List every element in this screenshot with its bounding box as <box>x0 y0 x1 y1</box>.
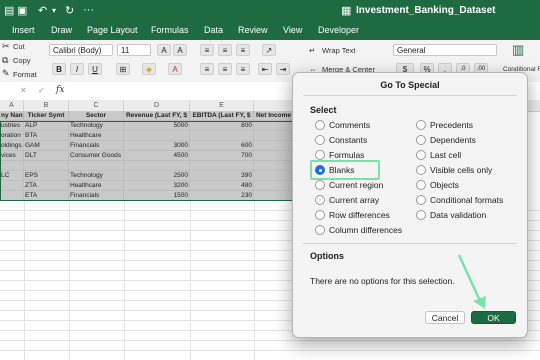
tab-data[interactable]: Data <box>204 25 223 35</box>
cancel-button[interactable]: Cancel <box>425 311 465 324</box>
fill-color-icon[interactable]: ◈ <box>142 63 156 75</box>
gridline <box>69 201 70 360</box>
tab-developer[interactable]: Developer <box>318 25 359 35</box>
radio-icon[interactable] <box>416 135 426 145</box>
header-cell[interactable]: Revenue (Last FY, $ <box>124 111 190 121</box>
gridline <box>254 201 255 360</box>
radio-icon[interactable] <box>315 210 325 220</box>
column-header-f[interactable] <box>254 100 294 111</box>
cut-button[interactable]: Cut <box>13 42 25 51</box>
window-title: Investment_Banking_Dataset <box>356 5 496 16</box>
format-painter-button[interactable]: Format <box>13 70 37 79</box>
radio-icon[interactable] <box>416 150 426 160</box>
ok-button[interactable]: OK <box>471 311 516 324</box>
italic-button[interactable]: I <box>70 63 84 75</box>
font-name-select[interactable]: Calibri (Body) <box>49 44 113 56</box>
divider <box>303 95 517 96</box>
tab-insert[interactable]: Insert <box>12 25 35 35</box>
tab-review[interactable]: Review <box>238 25 268 35</box>
tab-page-layout[interactable]: Page Layout <box>87 25 138 35</box>
header-cell[interactable]: EBITDA (Last FY, $ <box>190 111 254 121</box>
cut-icon[interactable]: ✂ <box>2 41 10 52</box>
format-painter-icon[interactable]: ✎ <box>2 68 10 79</box>
align-top-icon[interactable]: ≡ <box>200 44 214 56</box>
divider <box>303 243 517 244</box>
borders-icon[interactable]: ⊞ <box>116 63 130 75</box>
arrow-annotation-icon <box>457 254 486 309</box>
cancel-entry-icon[interactable]: ✕ <box>20 86 27 95</box>
selection-outline <box>0 121 294 201</box>
decrease-font-icon[interactable]: A <box>173 44 187 56</box>
undo-dropdown-icon[interactable]: ▾ <box>52 6 56 15</box>
align-center-icon[interactable]: ≡ <box>218 63 232 75</box>
redo-icon[interactable]: ↻ <box>65 4 74 17</box>
column-header-b[interactable]: B <box>24 100 69 111</box>
font-color-icon[interactable]: A <box>168 63 182 75</box>
insert-function-icon[interactable]: fx <box>56 85 64 95</box>
column-header-d[interactable]: D <box>124 100 190 111</box>
options-label: Options <box>310 251 344 261</box>
font-size-select[interactable]: 11 <box>117 44 151 56</box>
ribbon-toggle-icon[interactable]: ▤ <box>4 4 14 17</box>
underline-button[interactable]: U <box>88 63 102 75</box>
title-bar: ▤ ▣ ↶ ▾ ↻ ··· ▦ Investment_Banking_Datas… <box>0 0 540 22</box>
radio-icon[interactable] <box>315 195 325 205</box>
empty-row <box>0 341 540 351</box>
wrap-text-button[interactable]: Wrap Text <box>322 46 356 55</box>
decrease-indent-icon[interactable]: ⇤ <box>258 63 272 75</box>
orientation-icon[interactable]: ↗ <box>262 44 276 56</box>
radio-icon[interactable] <box>315 135 325 145</box>
header-cell[interactable]: Sector <box>69 111 124 121</box>
select-label: Select <box>310 105 337 115</box>
radio-icon[interactable] <box>416 165 426 175</box>
save-icon[interactable]: ▣ <box>17 4 27 17</box>
copy-icon[interactable]: ⧉ <box>2 55 8 66</box>
align-left-icon[interactable]: ≡ <box>200 63 214 75</box>
increase-font-icon[interactable]: A <box>157 44 171 56</box>
highlight-box <box>310 160 380 180</box>
conditional-formatting-icon[interactable]: ▥ <box>512 42 524 58</box>
gridline <box>124 201 125 360</box>
more-icon[interactable]: ··· <box>83 4 94 16</box>
align-right-icon[interactable]: ≡ <box>236 63 250 75</box>
go-to-special-dialog: Go To Special Select Comments Constants … <box>292 72 528 338</box>
header-cell[interactable]: Net Income <box>254 111 294 121</box>
copy-button[interactable]: Copy <box>13 56 31 65</box>
undo-icon[interactable]: ↶ <box>38 4 47 17</box>
gridline <box>190 201 191 360</box>
column-header-a[interactable]: A <box>0 100 24 111</box>
bold-button[interactable]: B <box>52 63 66 75</box>
radio-icon[interactable] <box>315 180 325 190</box>
radio-icon[interactable] <box>315 150 325 160</box>
number-format-select[interactable]: General <box>393 44 497 56</box>
header-cell[interactable]: ny Nan <box>0 111 24 121</box>
radio-icon[interactable] <box>416 210 426 220</box>
excel-file-icon: ▦ <box>341 5 352 17</box>
tab-formulas[interactable]: Formulas <box>151 25 189 35</box>
empty-row <box>0 351 540 360</box>
radio-icon[interactable] <box>416 195 426 205</box>
column-header-c[interactable]: C <box>69 100 124 111</box>
tab-view[interactable]: View <box>283 25 302 35</box>
increase-indent-icon[interactable]: ⇥ <box>276 63 290 75</box>
wrap-text-icon[interactable]: ↵ <box>309 46 315 55</box>
align-middle-icon[interactable]: ≡ <box>218 44 232 56</box>
radio-icon[interactable] <box>416 120 426 130</box>
options-text: There are no options for this selection. <box>310 276 455 286</box>
dialog-title: Go To Special <box>380 80 440 90</box>
header-cell[interactable]: Ticker Symt <box>24 111 69 121</box>
column-header-e[interactable]: E <box>190 100 254 111</box>
tab-draw[interactable]: Draw <box>51 25 72 35</box>
confirm-entry-icon[interactable]: ✓ <box>38 86 45 95</box>
ribbon-tabs: Insert Draw Page Layout Formulas Data Re… <box>0 22 540 40</box>
radio-icon[interactable] <box>315 225 325 235</box>
radio-icon[interactable] <box>315 120 325 130</box>
gridline <box>24 201 25 360</box>
align-bottom-icon[interactable]: ≡ <box>236 44 250 56</box>
radio-icon[interactable] <box>416 180 426 190</box>
